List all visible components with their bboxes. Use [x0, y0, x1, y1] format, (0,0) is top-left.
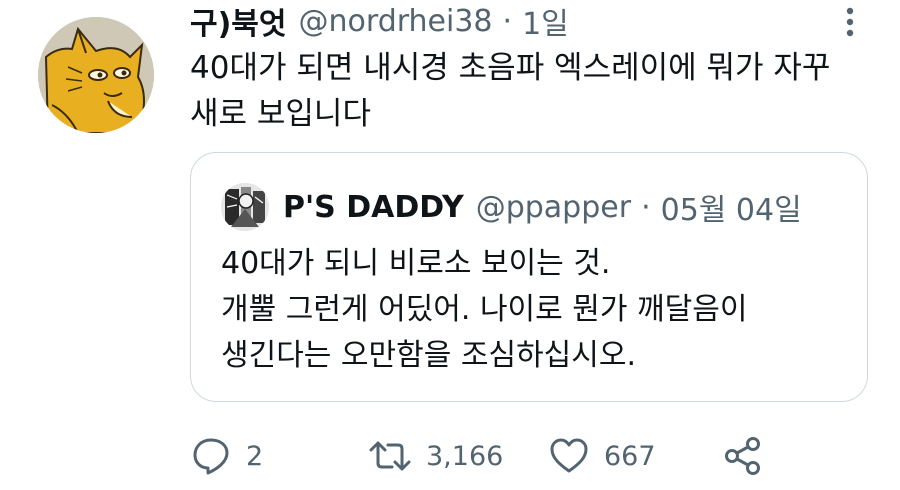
quoted-tweet[interactable]: P'S DADDY @ppapper · 05월 04일 40대가 되니 비로소…: [190, 152, 868, 402]
like-count: 667: [604, 440, 656, 472]
reply-icon: [193, 438, 229, 475]
tweet-time[interactable]: 1일: [522, 0, 569, 43]
quote-text-line: 40대가 되니 비로소 보이는 것.: [221, 246, 611, 281]
quote-header: P'S DADDY @ppapper · 05월 04일: [283, 183, 802, 231]
quote-text-line: 생긴다는 오만함을 조심하십시오.: [221, 338, 637, 373]
tweet-text: 40대가 되면 내시경 초음파 엑스레이에 뭐가 자꾸 새로 보입니다: [190, 45, 870, 137]
tweet-text-line: 40대가 되면 내시경 초음파 엑스레이에 뭐가 자꾸: [190, 50, 831, 86]
tweet-text-line: 새로 보입니다: [190, 96, 371, 132]
reply-count: 2: [246, 440, 264, 472]
action-bar: 2 3,166 667: [190, 430, 830, 482]
separator-dot: ·: [502, 3, 513, 39]
quote-text-line: 개뿔 그런게 어딨어. 나이로 뭔가 깨달음이: [221, 292, 748, 327]
cat-avatar-icon: [38, 17, 154, 133]
quote-author-avatar[interactable]: [221, 183, 269, 231]
tweet-header: 구)북엇 @nordrhei38 · 1일: [190, 0, 569, 43]
author-handle[interactable]: @nordrhei38: [299, 4, 493, 39]
author-name[interactable]: 구)북엇: [190, 0, 287, 43]
quote-separator-dot: ·: [641, 189, 651, 225]
retweet-count: 3,166: [426, 440, 504, 472]
quote-text: 40대가 되니 비로소 보이는 것. 개뿔 그런게 어딨어. 나이로 뭔가 깨달…: [221, 241, 747, 379]
tweet: 구)북엇 @nordrhei38 · 1일 40대가 되면 내시경 초음파 엑스…: [0, 0, 900, 490]
manga-avatar-icon: [221, 183, 269, 231]
like-button[interactable]: 667: [548, 430, 656, 482]
reply-button[interactable]: 2: [190, 430, 263, 482]
author-avatar[interactable]: [38, 17, 154, 133]
quote-author-handle[interactable]: @ppapper: [476, 190, 631, 225]
retweet-button[interactable]: 3,166: [368, 430, 503, 482]
more-vertical-icon[interactable]: [838, 4, 862, 40]
like-icon: [550, 438, 588, 473]
share-icon: [725, 437, 760, 475]
quote-time[interactable]: 05월 04일: [661, 185, 802, 229]
retweet-icon: [369, 441, 411, 471]
quote-author-name[interactable]: P'S DADDY: [283, 190, 464, 225]
share-button[interactable]: [722, 430, 764, 482]
